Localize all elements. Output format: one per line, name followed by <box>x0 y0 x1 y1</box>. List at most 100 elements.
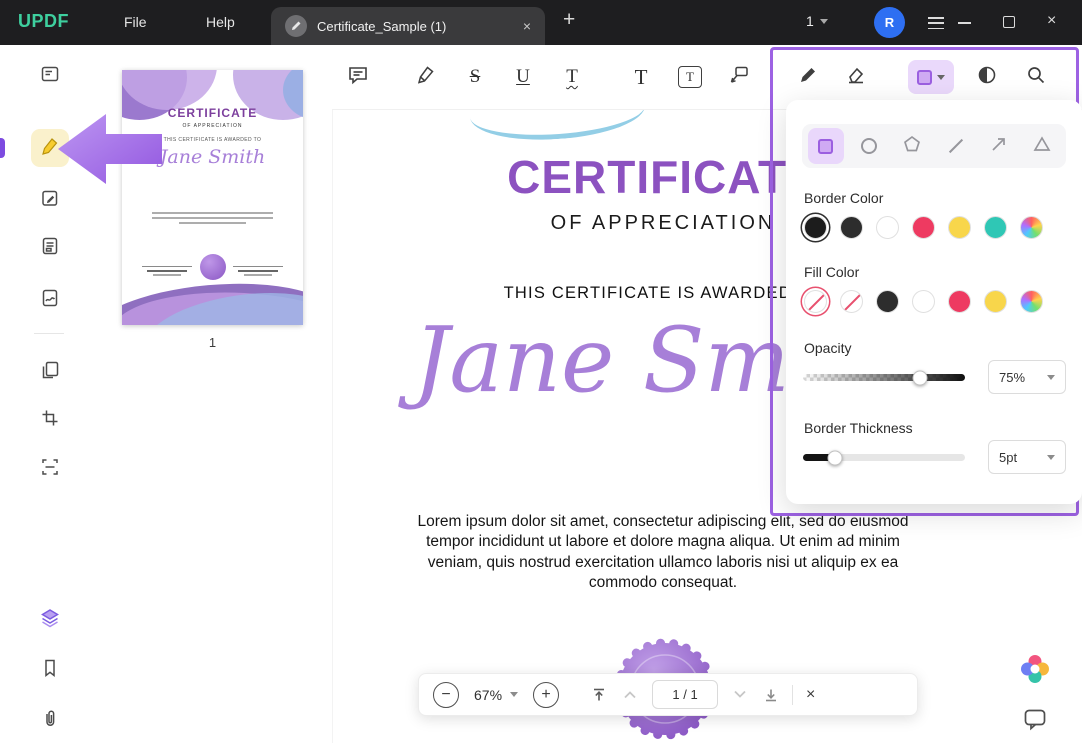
fill-color-swatch[interactable] <box>948 290 971 313</box>
window-close-button[interactable]: × <box>1047 12 1056 30</box>
sidebar-item-ocr[interactable] <box>31 450 69 488</box>
fill-color-swatch-none[interactable] <box>804 290 827 313</box>
hamburger-menu-icon[interactable] <box>928 17 944 29</box>
sidebar-item-layers[interactable] <box>31 601 69 639</box>
opacity-slider-knob[interactable] <box>912 370 927 385</box>
page-display: 1 / 1 <box>672 687 697 702</box>
sidebar-item-crop[interactable] <box>31 401 69 439</box>
underline-tool[interactable]: U <box>507 61 539 93</box>
comment-bubble-icon <box>347 64 369 91</box>
shape-option-square[interactable] <box>808 128 844 164</box>
border-color-swatch[interactable] <box>840 216 863 239</box>
arrow-icon <box>990 135 1008 158</box>
shape-properties-panel: Border Color Fill Color Opacity 75% Bord… <box>786 100 1082 504</box>
pen-tool[interactable] <box>792 61 824 93</box>
border-color-swatch[interactable] <box>948 216 971 239</box>
text-callout-tool[interactable] <box>723 61 755 93</box>
squiggly-glyph: T <box>566 66 578 88</box>
opacity-value-dropdown[interactable]: 75% <box>988 360 1066 394</box>
shape-option-triangle[interactable] <box>1024 128 1060 164</box>
user-avatar[interactable]: R <box>874 7 905 38</box>
shape-option-pentagon[interactable] <box>894 128 930 164</box>
shape-tool-selected[interactable] <box>908 60 954 94</box>
new-tab-button[interactable]: + <box>563 8 575 32</box>
text-tool[interactable]: T <box>625 61 657 93</box>
squiggly-underline-tool[interactable]: T <box>556 61 588 93</box>
zoom-in-button[interactable]: + <box>533 682 559 708</box>
opacity-slider[interactable] <box>803 374 965 381</box>
reader-icon <box>40 64 60 89</box>
page-thumbnail[interactable]: CERTIFICATE OF APPRECIATION THIS CERTIFI… <box>122 70 303 325</box>
border-color-swatch[interactable] <box>804 216 827 239</box>
menu-help[interactable]: Help <box>206 14 235 30</box>
border-color-swatch[interactable] <box>984 216 1007 239</box>
text-box-tool[interactable]: T <box>674 61 706 93</box>
circle-icon <box>861 138 877 154</box>
thumb-signer-right <box>233 266 283 276</box>
fill-color-swatches <box>804 290 1043 313</box>
thumb-signer-left <box>142 266 192 276</box>
comment-note-tool[interactable] <box>342 61 374 93</box>
updf-ai-button[interactable] <box>1018 652 1052 686</box>
fill-color-swatch-rainbow[interactable] <box>1020 290 1043 313</box>
sidebar-item-organize-pages[interactable] <box>31 353 69 391</box>
sidebar-item-bookmark[interactable] <box>31 651 69 689</box>
thumb-page-number: 1 <box>122 335 303 350</box>
fill-color-swatch-none[interactable] <box>840 290 863 313</box>
shape-option-circle[interactable] <box>851 128 887 164</box>
titlebar-counter-dropdown[interactable]: 1 <box>806 13 828 29</box>
zoom-out-button[interactable]: − <box>433 682 459 708</box>
border-color-swatch[interactable] <box>876 216 899 239</box>
half-circle-tool[interactable] <box>971 61 1003 93</box>
edit-pencil-icon <box>40 188 60 213</box>
square-icon <box>818 139 833 154</box>
underline-glyph: U <box>516 66 530 88</box>
zoom-bar-divider <box>792 685 793 705</box>
sidebar-item-reader[interactable] <box>31 57 69 95</box>
window-minimize-button[interactable] <box>958 22 971 24</box>
fill-color-swatch[interactable] <box>984 290 1007 313</box>
paperclip-icon <box>40 709 60 734</box>
thickness-slider-knob[interactable] <box>828 450 843 465</box>
zoom-level-dropdown[interactable]: 67% <box>474 687 518 703</box>
sidebar-item-form[interactable] <box>31 229 69 267</box>
sidebar-item-attachment[interactable] <box>31 702 69 740</box>
thickness-slider[interactable] <box>803 454 965 461</box>
highlight-tool[interactable] <box>409 61 441 93</box>
titlebar: UPDF File Help Certificate_Sample (1) × … <box>0 0 1082 45</box>
tab-close-icon[interactable]: × <box>523 19 531 33</box>
previous-page-button[interactable] <box>623 690 637 699</box>
scan-ocr-icon <box>40 457 60 482</box>
feedback-chat-button[interactable] <box>1022 706 1048 732</box>
fill-color-swatch[interactable] <box>912 290 935 313</box>
border-color-swatch[interactable] <box>912 216 935 239</box>
crop-icon <box>40 408 60 433</box>
zoom-value: 67% <box>474 687 502 703</box>
sidebar-item-sign[interactable] <box>31 281 69 319</box>
shape-option-line[interactable] <box>938 128 974 164</box>
eraser-icon <box>845 64 867 91</box>
eraser-tool[interactable] <box>840 61 872 93</box>
document-tab[interactable]: Certificate_Sample (1) × <box>271 7 545 45</box>
chat-bubble-icon <box>1022 706 1048 732</box>
page-indicator[interactable]: 1 / 1 <box>652 680 718 709</box>
last-page-button[interactable] <box>763 687 779 703</box>
first-page-button[interactable] <box>591 687 607 703</box>
thickness-value-dropdown[interactable]: 5pt <box>988 440 1066 474</box>
strikethrough-tool[interactable]: S <box>459 61 491 93</box>
tab-edit-badge <box>285 15 307 37</box>
window-maximize-button[interactable] <box>1003 16 1015 28</box>
menu-file[interactable]: File <box>124 14 147 30</box>
border-color-swatch-rainbow[interactable] <box>1020 216 1043 239</box>
opacity-value: 75% <box>999 370 1025 385</box>
chevron-down-icon <box>1047 375 1055 380</box>
fill-color-swatch[interactable] <box>876 290 899 313</box>
search-tool[interactable] <box>1020 61 1052 93</box>
certificate-body-text: Lorem ipsum dolor sit amet, consectetur … <box>413 512 913 594</box>
zoom-bar-close-button[interactable]: × <box>806 686 815 704</box>
layers-icon <box>39 607 61 634</box>
thumb-seal <box>200 254 226 280</box>
chevron-down-icon <box>820 19 828 24</box>
next-page-button[interactable] <box>733 690 747 699</box>
shape-option-arrow[interactable] <box>981 128 1017 164</box>
